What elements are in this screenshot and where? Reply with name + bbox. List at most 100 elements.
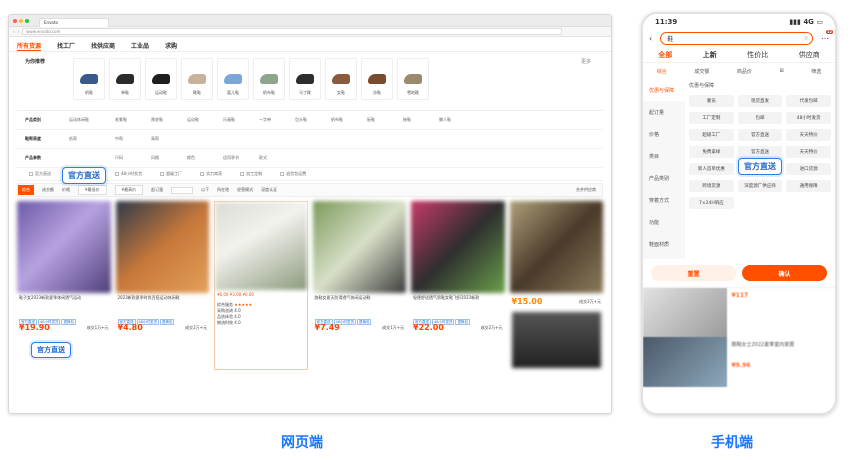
filter-chip[interactable]: 48小时发货 xyxy=(786,112,831,124)
filter-chip[interactable]: 深度源厂供应商 xyxy=(737,180,783,192)
max-price-input[interactable]: ¥最高价 xyxy=(114,185,144,195)
filter-chip[interactable]: 官方直送 xyxy=(737,129,783,141)
filter-chip[interactable]: 7×24H响应 xyxy=(689,197,734,209)
camera-icon[interactable]: ⌾ xyxy=(804,35,808,43)
moq-input[interactable] xyxy=(171,186,194,194)
filter-chip[interactable]: 天天特价 xyxy=(786,129,831,141)
checkbox-48h[interactable]: 48小时发货 xyxy=(115,171,142,177)
side-item[interactable]: 起订量 xyxy=(643,101,685,123)
reset-button[interactable]: 重置 xyxy=(651,265,736,281)
menu-icon[interactable]: ⋯ 12 xyxy=(821,30,833,43)
tab-all[interactable]: 全部 xyxy=(658,50,672,60)
tab-supplier[interactable]: 供应商 xyxy=(799,50,820,60)
signal-indicator: ▮▮▮ 4G ▭ xyxy=(789,18,823,26)
side-item[interactable]: 价格 xyxy=(643,123,685,145)
filter-chip[interactable]: 代发包邮 xyxy=(786,95,831,107)
search-row: ‹ 鞋 ⌾ ⋯ 12 xyxy=(643,30,835,47)
rec-item[interactable]: 帆鞋 xyxy=(73,58,105,100)
nav-find-supplier[interactable]: 找供应商 xyxy=(91,41,115,51)
product-price: ¥4.80 xyxy=(117,323,143,332)
filter-chip[interactable]: 天天特价 xyxy=(786,146,831,158)
feed-item[interactable]: ¥117 xyxy=(643,287,835,337)
tab-new[interactable]: 上新 xyxy=(703,50,717,60)
feed-item[interactable]: 跑鞋女士2022夏季室内家居 ¥9.96 xyxy=(643,337,835,387)
rec-item[interactable]: 帆布鞋 xyxy=(253,58,285,100)
filter-row-category: 产品类别 运动休闲鞋 老爹鞋 厚底鞋 运动鞋 乐福鞋 一字带 包头鞋 帆布鞋 板… xyxy=(17,111,603,130)
phone-frame: 11:39 ▮▮▮ 4G ▭ ‹ 鞋 ⌾ ⋯ 12 全部 上新 性价比 供应商 综… xyxy=(641,12,837,415)
nav-industrial[interactable]: 工业品 xyxy=(131,41,149,51)
side-item[interactable]: 类目 xyxy=(643,145,685,167)
side-item[interactable]: 优惠与保障 xyxy=(643,79,685,101)
filter-chip[interactable]: 现货直发 xyxy=(737,95,783,107)
product-card[interactable]: 跑鞋女夏天防滑透气休闲运动鞋 官方直送 48小时发货 退换包 ¥7.49 成交1万+… xyxy=(312,201,407,370)
product-card-expanded[interactable]: ¥6.00 ¥3.00 ¥0.00 综合服务 ★★★★★ 采购咨询 4.0 品质… xyxy=(214,201,308,370)
moq-label: 起订量 xyxy=(151,187,164,192)
side-item[interactable]: 功能 xyxy=(643,211,685,233)
sort-overall[interactable]: 综合 xyxy=(657,68,667,75)
confirm-button[interactable]: 确认 xyxy=(742,265,827,281)
side-item[interactable]: 穿着方式 xyxy=(643,189,685,211)
certification-dropdown[interactable]: 深度认证 xyxy=(261,187,277,193)
rec-item[interactable]: 运动鞋 xyxy=(145,58,177,100)
nav-find-factory[interactable]: 找工厂 xyxy=(57,41,75,51)
rec-item[interactable]: 凉鞋 xyxy=(361,58,393,100)
forward-arrow-icon[interactable]: › xyxy=(18,29,20,34)
filter-chip[interactable]: 包邮 xyxy=(737,112,783,124)
url-field[interactable]: www.envato.com xyxy=(22,28,563,35)
sort-volume[interactable]: 成交额 xyxy=(694,68,709,75)
checkbox-return-shipping[interactable]: 退货包运费 xyxy=(280,171,306,177)
product-card[interactable]: 2023新款夏季时尚百搭运动休闲鞋 官方直送 48小时发货 退换包 ¥4.80 成交… xyxy=(115,201,209,370)
product-sold: 成交2万+元 xyxy=(480,325,503,330)
browser-tab[interactable]: Envato xyxy=(39,17,109,27)
maximize-dot-icon[interactable] xyxy=(25,18,29,23)
filter-chip[interactable]: 进口货源 xyxy=(786,163,831,175)
close-dot-icon[interactable] xyxy=(13,18,17,23)
back-icon[interactable]: ‹ xyxy=(649,34,652,43)
product-card[interactable]: ¥15.00 成交2万+元 xyxy=(509,201,604,370)
filter-chip[interactable]: 跨境货源 xyxy=(689,180,734,192)
filter-chip[interactable]: 免费拿样 xyxy=(689,146,734,158)
sort-volume[interactable]: 成交额 xyxy=(42,187,54,193)
filter-chip[interactable]: 工厂定制 xyxy=(689,112,734,124)
sort-overall[interactable]: 综合 xyxy=(18,185,34,195)
minimize-dot-icon[interactable] xyxy=(19,18,23,23)
mobile-official-direct-callout: 官方直送 xyxy=(738,158,782,175)
side-item[interactable]: 鞋面材质 xyxy=(643,233,685,255)
tab-value[interactable]: 性价比 xyxy=(747,50,768,60)
grid-view-icon[interactable]: ⊞ xyxy=(779,68,783,74)
score-line: 物流时效 4.0 xyxy=(217,320,241,325)
status-bar: 11:39 ▮▮▮ 4G ▭ xyxy=(643,14,835,30)
product-sold: 成交1万+元 xyxy=(382,325,405,330)
sort-price[interactable]: 商品价 xyxy=(737,68,752,75)
checkbox-custom[interactable]: 加工定制 xyxy=(240,171,262,177)
filter-chip[interactable]: 官方直送 xyxy=(737,146,783,158)
rec-item[interactable]: 马丁靴 xyxy=(289,58,321,100)
checkbox-official-direct[interactable]: 官方直送 xyxy=(29,171,51,177)
filter-chip[interactable]: 新人首单优惠 xyxy=(689,163,734,175)
nav-purchase-request[interactable]: 求购 xyxy=(165,41,177,51)
filter-chip[interactable]: 蒙员 xyxy=(689,95,734,107)
checkbox-strong-merchant[interactable]: 实力商家 xyxy=(200,171,222,177)
checkbox-super-factory[interactable]: 超级工厂 xyxy=(160,171,182,177)
below-label: 以下 xyxy=(201,187,210,192)
min-price-input[interactable]: ¥最低价 xyxy=(78,185,107,195)
back-arrow-icon[interactable]: ‹ xyxy=(13,29,15,34)
sort-filter[interactable]: 筛选 xyxy=(811,68,821,75)
rec-item[interactable]: 雪地靴 xyxy=(397,58,429,100)
rec-item[interactable]: 单鞋 xyxy=(109,58,141,100)
filter-chip[interactable]: 超级工厂 xyxy=(689,129,734,141)
location-dropdown[interactable]: 所在地 xyxy=(217,187,229,193)
product-card[interactable]: 轻便舒适透气男鞋女鞋飞织2023新款 官方直送 48小时发货 退换包 ¥22.00 … xyxy=(411,201,505,370)
rec-item[interactable]: 婴儿鞋 xyxy=(217,58,249,100)
filter-chip[interactable]: 通用保障 xyxy=(786,180,831,192)
rec-item[interactable]: 女鞋 xyxy=(325,58,357,100)
rec-item[interactable]: 靴鞋 xyxy=(181,58,213,100)
merge-supplier-toggle[interactable]: 合并供应商 xyxy=(576,187,596,193)
more-link[interactable]: 更多 xyxy=(581,58,591,110)
business-model-dropdown[interactable]: 经营模式 xyxy=(237,187,253,193)
side-item[interactable]: 产品类别 xyxy=(643,167,685,189)
shoe-image xyxy=(152,74,170,84)
nav-all-sources[interactable]: 所有货源 xyxy=(17,41,42,51)
search-input[interactable]: 鞋 ⌾ xyxy=(660,32,813,45)
sort-price[interactable]: 价格 xyxy=(62,187,70,193)
